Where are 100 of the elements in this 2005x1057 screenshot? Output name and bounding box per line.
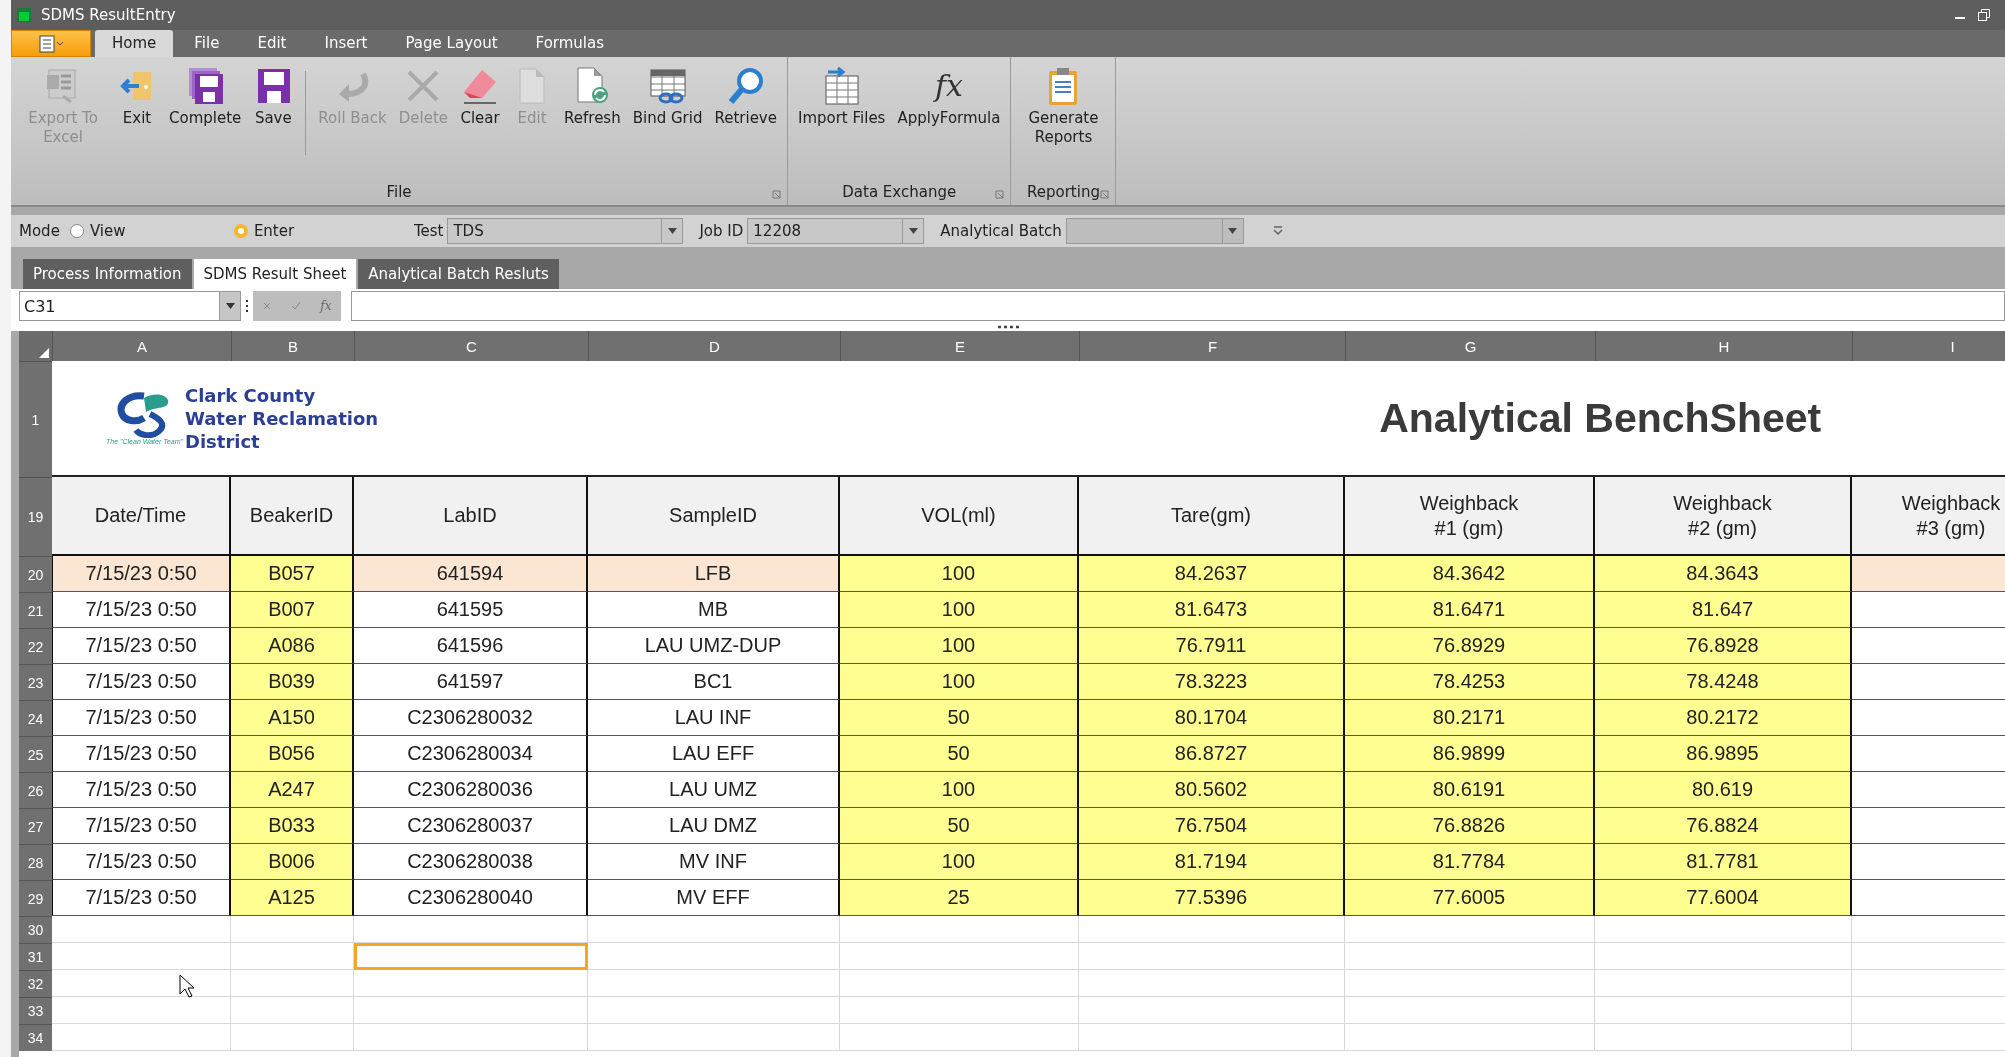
menu-tab[interactable]: File [177, 30, 237, 57]
table-cell[interactable] [840, 970, 1079, 997]
table-cell[interactable] [1079, 970, 1345, 997]
select-all-corner[interactable] [19, 331, 52, 361]
menu-tab[interactable]: Edit [240, 30, 304, 57]
row-header[interactable]: 20 [19, 556, 52, 592]
ribbon-button[interactable]: Import Files [791, 63, 892, 128]
table-cell[interactable] [354, 970, 588, 997]
dialog-launcher-icon[interactable] [1100, 190, 1110, 199]
row-header[interactable]: 19 [19, 477, 52, 556]
column-header[interactable]: B [231, 331, 354, 361]
grip-icon[interactable] [245, 298, 249, 314]
table-cell[interactable] [354, 943, 588, 970]
table-cell[interactable] [1595, 943, 1852, 970]
row-header[interactable]: 31 [19, 943, 52, 970]
table-cell[interactable] [1079, 997, 1345, 1024]
name-box[interactable]: C31 [19, 291, 241, 321]
menu-tab[interactable]: Home [95, 30, 174, 57]
column-header[interactable]: C [354, 331, 588, 361]
table-cell[interactable] [1595, 997, 1852, 1024]
menu-tab[interactable]: Page Layout [388, 30, 515, 57]
table-cell[interactable] [1345, 1024, 1595, 1051]
ribbon-button[interactable]: Complete [163, 63, 248, 128]
ribbon-button[interactable]: Clear [454, 63, 507, 128]
cancel-icon[interactable] [262, 301, 273, 311]
analytical-batch-dropdown[interactable] [1065, 218, 1244, 244]
table-cell[interactable] [840, 997, 1079, 1024]
ribbon-button[interactable]: Exit [111, 63, 163, 128]
table-cell[interactable] [840, 916, 1079, 943]
table-cell[interactable] [1595, 1024, 1852, 1051]
table-cell[interactable] [588, 970, 840, 997]
dialog-launcher-icon[interactable] [771, 190, 781, 199]
ribbon-button[interactable]: fx ApplyFormula [891, 63, 1007, 128]
mode-radio[interactable]: View [69, 222, 234, 240]
column-header[interactable]: E [840, 331, 1079, 361]
row-header[interactable]: 28 [19, 844, 52, 880]
column-header[interactable]: F [1079, 331, 1345, 361]
table-cell[interactable] [231, 916, 354, 943]
row-header[interactable]: 23 [19, 664, 52, 700]
table-cell[interactable] [52, 916, 231, 943]
row-header[interactable]: 30 [19, 916, 52, 943]
row-header[interactable]: 1 [19, 361, 52, 477]
mode-radio[interactable]: Enter [233, 222, 398, 240]
table-cell[interactable] [231, 970, 354, 997]
row-header[interactable]: 21 [19, 592, 52, 628]
customize-icon[interactable] [1271, 226, 1284, 236]
sheet-tab[interactable]: SDMS Result Sheet [193, 259, 357, 289]
table-cell[interactable] [840, 943, 1079, 970]
table-cell[interactable] [52, 1024, 231, 1051]
row-header[interactable]: 32 [19, 970, 52, 997]
table-cell[interactable] [840, 1024, 1079, 1051]
ribbon-button[interactable]: Generate Reports [1015, 63, 1112, 147]
dialog-launcher-icon[interactable] [995, 190, 1005, 199]
column-header[interactable]: H [1595, 331, 1852, 361]
table-cell[interactable] [588, 916, 840, 943]
column-header[interactable]: D [588, 331, 840, 361]
table-cell[interactable] [1345, 916, 1595, 943]
table-cell[interactable] [52, 943, 231, 970]
column-header[interactable]: G [1345, 331, 1595, 361]
table-cell[interactable] [588, 943, 840, 970]
row-header[interactable]: 26 [19, 772, 52, 808]
ribbon-button[interactable]: Bind Grid [626, 63, 709, 128]
table-cell[interactable] [1595, 916, 1852, 943]
table-cell[interactable] [231, 943, 354, 970]
table-cell[interactable] [1079, 916, 1345, 943]
menu-tab[interactable]: Insert [307, 30, 385, 57]
table-cell[interactable] [588, 997, 840, 1024]
ribbon-button[interactable]: Refresh [558, 63, 627, 128]
table-cell[interactable] [1079, 1024, 1345, 1051]
splitter-grip-icon[interactable] [997, 325, 1019, 329]
table-cell[interactable] [231, 997, 354, 1024]
row-header[interactable]: 22 [19, 628, 52, 664]
formula-input[interactable] [351, 291, 2005, 321]
ribbon-button[interactable]: Retrieve [708, 63, 783, 128]
row-header[interactable]: 33 [19, 997, 52, 1024]
table-cell[interactable] [52, 997, 231, 1024]
table-cell[interactable] [1345, 943, 1595, 970]
table-cell[interactable] [354, 997, 588, 1024]
sheet-tab[interactable]: Analytical Batch Resluts [358, 259, 559, 289]
sheet-tab[interactable]: Process Information [23, 259, 192, 289]
row-header[interactable]: 34 [19, 1024, 52, 1051]
table-cell[interactable] [1345, 997, 1595, 1024]
insert-function-icon[interactable]: fx [320, 299, 332, 313]
column-header[interactable]: A [52, 331, 231, 361]
application-menu-button[interactable] [11, 30, 91, 57]
table-cell[interactable] [354, 1024, 588, 1051]
table-cell[interactable] [354, 916, 588, 943]
table-cell[interactable] [1345, 970, 1595, 997]
table-cell[interactable] [1079, 943, 1345, 970]
table-cell[interactable] [588, 1024, 840, 1051]
table-cell[interactable] [1595, 970, 1852, 997]
job-id-dropdown[interactable]: 12208 [747, 218, 925, 244]
ribbon-button[interactable]: Save [247, 63, 300, 128]
row-header[interactable]: 25 [19, 736, 52, 772]
column-header[interactable]: I [1852, 331, 2005, 361]
row-header[interactable]: 29 [19, 880, 52, 916]
table-cell[interactable] [231, 1024, 354, 1051]
row-header[interactable]: 27 [19, 808, 52, 844]
test-dropdown[interactable]: TDS [447, 218, 684, 244]
row-header[interactable]: 24 [19, 700, 52, 736]
